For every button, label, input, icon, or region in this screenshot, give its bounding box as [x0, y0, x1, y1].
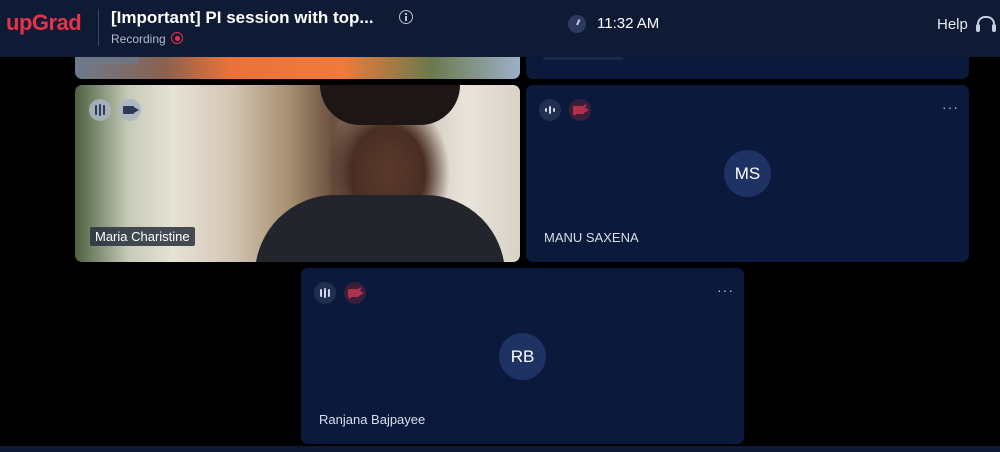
video-frame: [255, 195, 505, 262]
mic-indicator-icon[interactable]: [314, 282, 336, 304]
bottom-bar: [0, 446, 1000, 452]
more-options-icon[interactable]: ···: [942, 99, 959, 115]
avatar: MS: [724, 150, 771, 197]
recording-icon: [171, 32, 183, 44]
participant-name: Ranjana Bajpayee: [319, 412, 426, 427]
participant-name: Maria Charistine: [90, 227, 195, 246]
clock-icon: [568, 15, 586, 33]
help-button[interactable]: Help: [937, 16, 968, 33]
current-time: 11:32 AM: [597, 15, 660, 32]
participant-name: MANU SAXENA: [544, 230, 639, 245]
camera-icon[interactable]: [119, 99, 141, 121]
upgrad-logo: upGrad: [6, 10, 82, 35]
recording-label: Recording: [111, 32, 166, 46]
camera-off-icon[interactable]: [569, 99, 591, 121]
info-icon[interactable]: [399, 10, 413, 24]
participant-tile[interactable]: ··· MS MANU SAXENA: [526, 85, 969, 262]
avatar: RB: [499, 333, 546, 380]
headset-icon[interactable]: [976, 16, 996, 32]
video-frame: [320, 85, 460, 125]
mic-indicator-icon[interactable]: [89, 99, 111, 121]
camera-off-icon[interactable]: [344, 282, 366, 304]
mic-indicator-icon[interactable]: [539, 99, 561, 121]
top-bar: upGrad [Important] PI session with top..…: [0, 0, 1000, 57]
header-divider: [98, 9, 99, 46]
participant-tile[interactable]: ··· RB Ranjana Bajpayee: [301, 268, 744, 444]
session-title: [Important] PI session with top...: [111, 8, 374, 27]
participant-tile-video[interactable]: Maria Charistine: [75, 85, 520, 262]
more-options-icon[interactable]: ···: [717, 282, 734, 298]
